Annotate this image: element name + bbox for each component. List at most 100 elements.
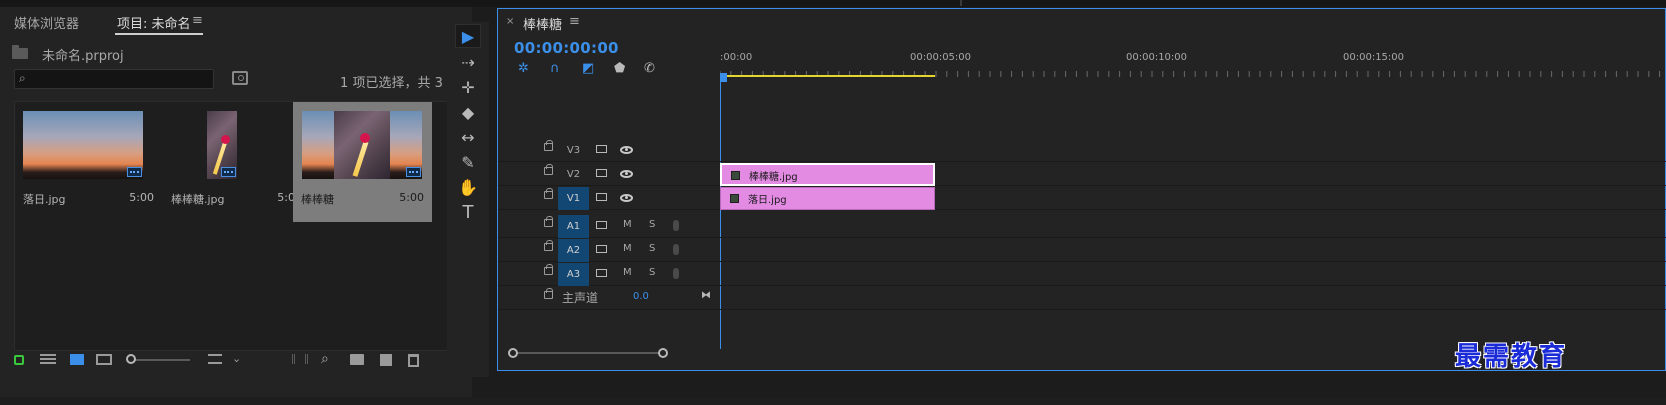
mute-button[interactable]: M	[623, 267, 632, 278]
trash-icon[interactable]	[408, 354, 419, 367]
find-icon[interactable]: ⌕	[321, 351, 329, 367]
razor-tool[interactable]: ◆	[455, 100, 481, 124]
sequence-tab[interactable]: 棒棒糖	[523, 14, 562, 33]
track-header: V2	[498, 163, 718, 186]
solo-button[interactable]: S	[649, 219, 655, 230]
new-item-icon[interactable]	[380, 354, 392, 366]
sync-lock-icon[interactable]	[596, 169, 607, 177]
sync-lock-icon[interactable]	[596, 269, 607, 277]
eye-icon[interactable]	[620, 146, 633, 154]
go-to-end-icon[interactable]: ⧓	[701, 290, 711, 301]
bin-item-duration: 5:00	[399, 191, 424, 204]
image-clip-icon	[730, 194, 739, 203]
microphone-icon[interactable]	[673, 268, 679, 279]
track-header: V1	[498, 187, 718, 210]
razor-icon: ◆	[461, 102, 475, 122]
sync-lock-icon[interactable]	[596, 245, 607, 253]
add-marker-icon[interactable]: ⬟	[614, 61, 625, 76]
tab-project[interactable]: 项目: 未命名	[117, 13, 191, 32]
work-area-bar[interactable]	[720, 75, 935, 77]
top-strip	[0, 0, 1666, 7]
scroll-track[interactable]	[514, 352, 666, 354]
scroll-handle-left[interactable]	[508, 348, 518, 358]
track-label[interactable]: V1	[558, 187, 589, 210]
scroll-handle-right[interactable]	[658, 348, 668, 358]
slip-tool[interactable]: ↔	[455, 125, 481, 149]
hand-tool[interactable]: ✋	[455, 175, 481, 199]
bin-item-sunset[interactable]: 落日.jpg 5:00	[15, 102, 162, 222]
sync-lock-icon[interactable]	[596, 145, 607, 153]
playhead-handle[interactable]	[720, 73, 727, 82]
bin-grid: 落日.jpg 5:00 棒棒糖.jpg 5:00 棒棒糖 5:00	[14, 101, 460, 351]
zoom-slider-handle[interactable]	[126, 354, 136, 364]
type-tool[interactable]: T	[455, 200, 481, 224]
microphone-icon[interactable]	[673, 220, 679, 231]
selection-info: 1 项已选择，共 3 项	[340, 76, 460, 91]
lock-icon[interactable]	[544, 264, 553, 275]
solo-button[interactable]: S	[649, 243, 655, 254]
lock-icon[interactable]	[544, 164, 553, 175]
icon-view-icon[interactable]	[70, 354, 84, 365]
microphone-icon[interactable]	[673, 244, 679, 255]
mute-button[interactable]: M	[623, 243, 632, 254]
track-select-icon: ⇢	[461, 52, 475, 72]
search-input[interactable]: ⌕	[14, 69, 214, 89]
ruler-label: 00:00:10:00	[1126, 52, 1188, 63]
candle-tip	[360, 133, 370, 143]
wrench-icon[interactable]: ✆	[644, 61, 655, 76]
lock-icon[interactable]	[14, 355, 24, 365]
track-select-tool[interactable]: ⇢	[455, 50, 481, 74]
zoom-slider[interactable]	[134, 359, 190, 361]
freeform-view-icon[interactable]	[96, 354, 112, 365]
track-label[interactable]: A1	[558, 215, 589, 238]
lock-icon[interactable]	[544, 216, 553, 227]
track-label[interactable]: V3	[558, 139, 589, 162]
selection-tool[interactable]: ▶	[455, 24, 481, 48]
pen-tool[interactable]: ✎	[455, 150, 481, 174]
lollipop-thumbnail	[207, 111, 237, 179]
ripple-edit-icon: ✛	[461, 77, 475, 97]
eye-icon[interactable]	[620, 170, 633, 178]
track-label[interactable]: A3	[558, 263, 589, 286]
timeline-menu-icon[interactable]: ≡	[569, 14, 580, 29]
project-panel-tabs: 媒体浏览器 项目: 未命名 ≡	[0, 7, 472, 37]
linked-selection-icon[interactable]: ◩	[582, 61, 594, 76]
tab-media-browser[interactable]: 媒体浏览器	[14, 13, 79, 32]
find-in-bin-icon[interactable]	[232, 71, 248, 85]
close-icon[interactable]: ×	[506, 16, 514, 27]
playhead-timecode[interactable]: 00:00:00:00	[514, 39, 619, 57]
ripple-edit-tool[interactable]: ✛	[455, 75, 481, 99]
lock-icon[interactable]	[544, 288, 553, 299]
sort-icon[interactable]	[208, 354, 222, 364]
track-v2: V2 棒棒糖.jpg	[498, 163, 1666, 186]
insert-nest-icon[interactable]: ✲	[518, 61, 529, 76]
bottom-strip	[0, 397, 1666, 405]
panel-menu-icon[interactable]: ≡	[192, 13, 203, 28]
list-view-icon[interactable]	[40, 354, 56, 364]
master-volume-value[interactable]: 0.0	[633, 291, 649, 302]
track-label[interactable]: V2	[558, 163, 589, 186]
bin-item-lollipop[interactable]: 棒棒糖.jpg 5:00	[163, 102, 310, 222]
clip-sunset[interactable]: 落日.jpg	[720, 187, 935, 210]
folder-icon	[12, 45, 28, 59]
sync-lock-icon[interactable]	[596, 193, 607, 201]
new-bin-icon[interactable]	[350, 354, 364, 365]
time-ruler[interactable]: :00:00 00:00:05:00 00:00:10:00 00:00:15:…	[720, 45, 1666, 85]
eye-icon[interactable]	[620, 194, 633, 202]
chevron-down-icon[interactable]: ⌄	[232, 352, 241, 365]
bin-item-sequence[interactable]: 棒棒糖 5:00	[293, 102, 432, 222]
panel-divider[interactable]	[960, 0, 962, 6]
clip-lollipop[interactable]: 棒棒糖.jpg	[720, 163, 935, 186]
track-header: V3	[498, 139, 718, 162]
ruler-label: 00:00:15:00	[1343, 52, 1405, 63]
sequence-badge-icon	[406, 167, 421, 177]
solo-button[interactable]: S	[649, 267, 655, 278]
track-label[interactable]: A2	[558, 239, 589, 262]
mute-button[interactable]: M	[623, 219, 632, 230]
sync-lock-icon[interactable]	[596, 221, 607, 229]
lock-icon[interactable]	[544, 240, 553, 251]
automate-to-sequence-icon[interactable]	[292, 354, 308, 364]
lock-icon[interactable]	[544, 140, 553, 151]
lock-icon[interactable]	[544, 188, 553, 199]
snap-magnet-icon[interactable]: ∩	[550, 61, 560, 76]
